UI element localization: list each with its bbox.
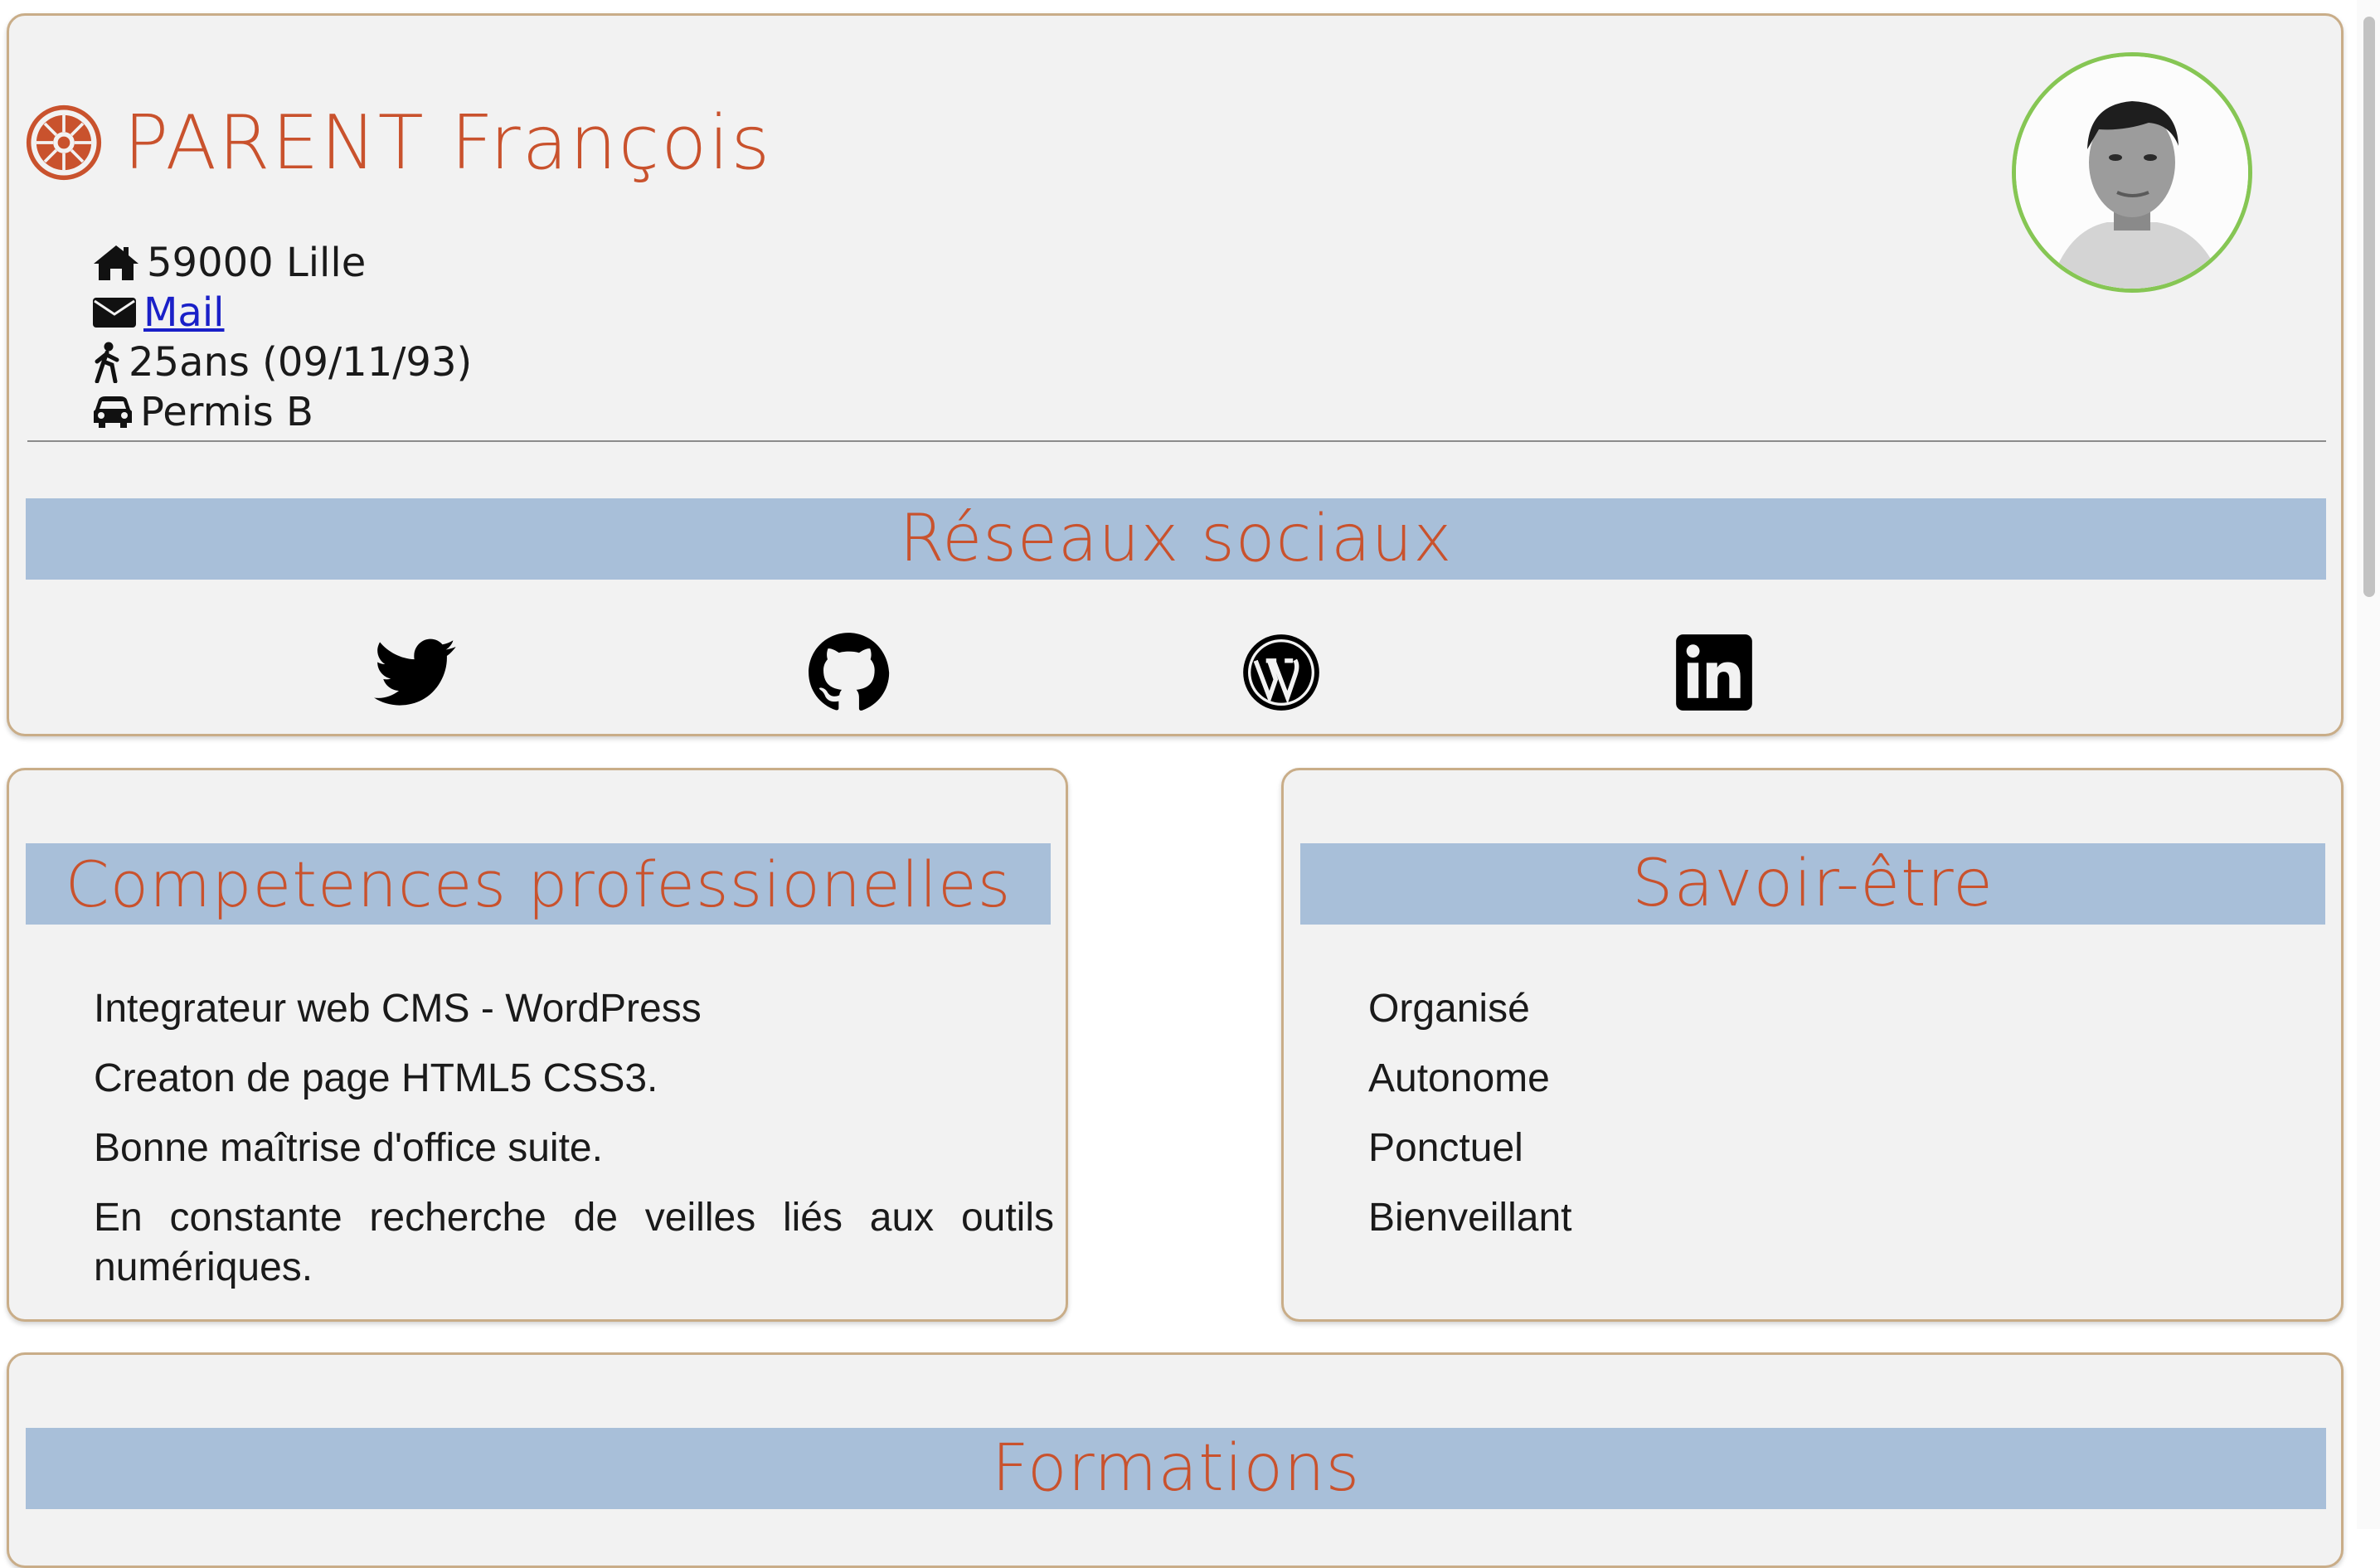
section-title-formations: Formations	[26, 1428, 2326, 1509]
mail-row: Mail	[92, 288, 472, 337]
profile-photo	[2016, 56, 2248, 289]
galactic-empire-icon	[26, 104, 102, 181]
age-row: 25ans (09/11/93)	[92, 337, 472, 387]
license-text: Permis B	[140, 389, 313, 435]
list-item: Integrateur web CMS - WordPress	[94, 987, 702, 1031]
mail-link[interactable]: Mail	[143, 288, 225, 337]
age-text: 25ans (09/11/93)	[129, 339, 473, 386]
soft-skills-card: Savoir-être Organisé Autonome Ponctuel B…	[1281, 768, 2344, 1322]
section-title-skills: Competences professionelles	[26, 843, 1051, 925]
walking-person-icon	[95, 342, 119, 383]
scrollbar-thumb[interactable]	[2363, 17, 2375, 597]
envelope-icon	[93, 298, 136, 328]
soft-skills-list: Organisé Autonome Ponctuel Bienveillant	[1368, 984, 1571, 1263]
list-item: Creaton de page HTML5 CSS3.	[94, 1056, 658, 1100]
car-icon	[94, 396, 132, 428]
skills-card: Competences professionelles Integrateur …	[7, 768, 1068, 1322]
avatar	[2012, 52, 2252, 293]
address-row: 59000 Lille	[92, 238, 472, 288]
section-title-soft-skills: Savoir-être	[1300, 843, 2325, 925]
profile-card: PARENT François 59000 Lille Mail 25ans (…	[7, 13, 2344, 736]
github-icon[interactable]	[807, 631, 890, 714]
license-row: Permis B	[92, 387, 472, 437]
list-item: En constante recherche de veilles liés a…	[94, 1196, 1054, 1289]
contact-info: 59000 Lille Mail 25ans (09/11/93) Permis…	[92, 238, 472, 437]
wordpress-icon[interactable]	[1240, 631, 1323, 714]
list-item: Autonome	[1368, 1056, 1550, 1100]
twitter-icon[interactable]	[374, 631, 457, 714]
list-item: Organisé	[1368, 987, 1530, 1031]
scrollbar[interactable]	[2357, 0, 2380, 1529]
home-icon	[94, 245, 138, 280]
address-text: 59000 Lille	[147, 240, 367, 286]
name-row: PARENT François	[26, 89, 771, 197]
skills-list: Integrateur web CMS - WordPress Creaton …	[94, 984, 1054, 1313]
linkedin-icon[interactable]	[1673, 631, 1756, 714]
page-title: PARENT François	[124, 99, 772, 187]
formations-card: Formations	[7, 1352, 2344, 1568]
list-item: Bonne maîtrise d'office suite.	[94, 1126, 603, 1170]
list-item: Ponctuel	[1368, 1126, 1523, 1170]
list-item: Bienveillant	[1368, 1196, 1572, 1240]
divider	[27, 440, 2326, 442]
section-title-social: Réseaux sociaux	[26, 498, 2326, 580]
